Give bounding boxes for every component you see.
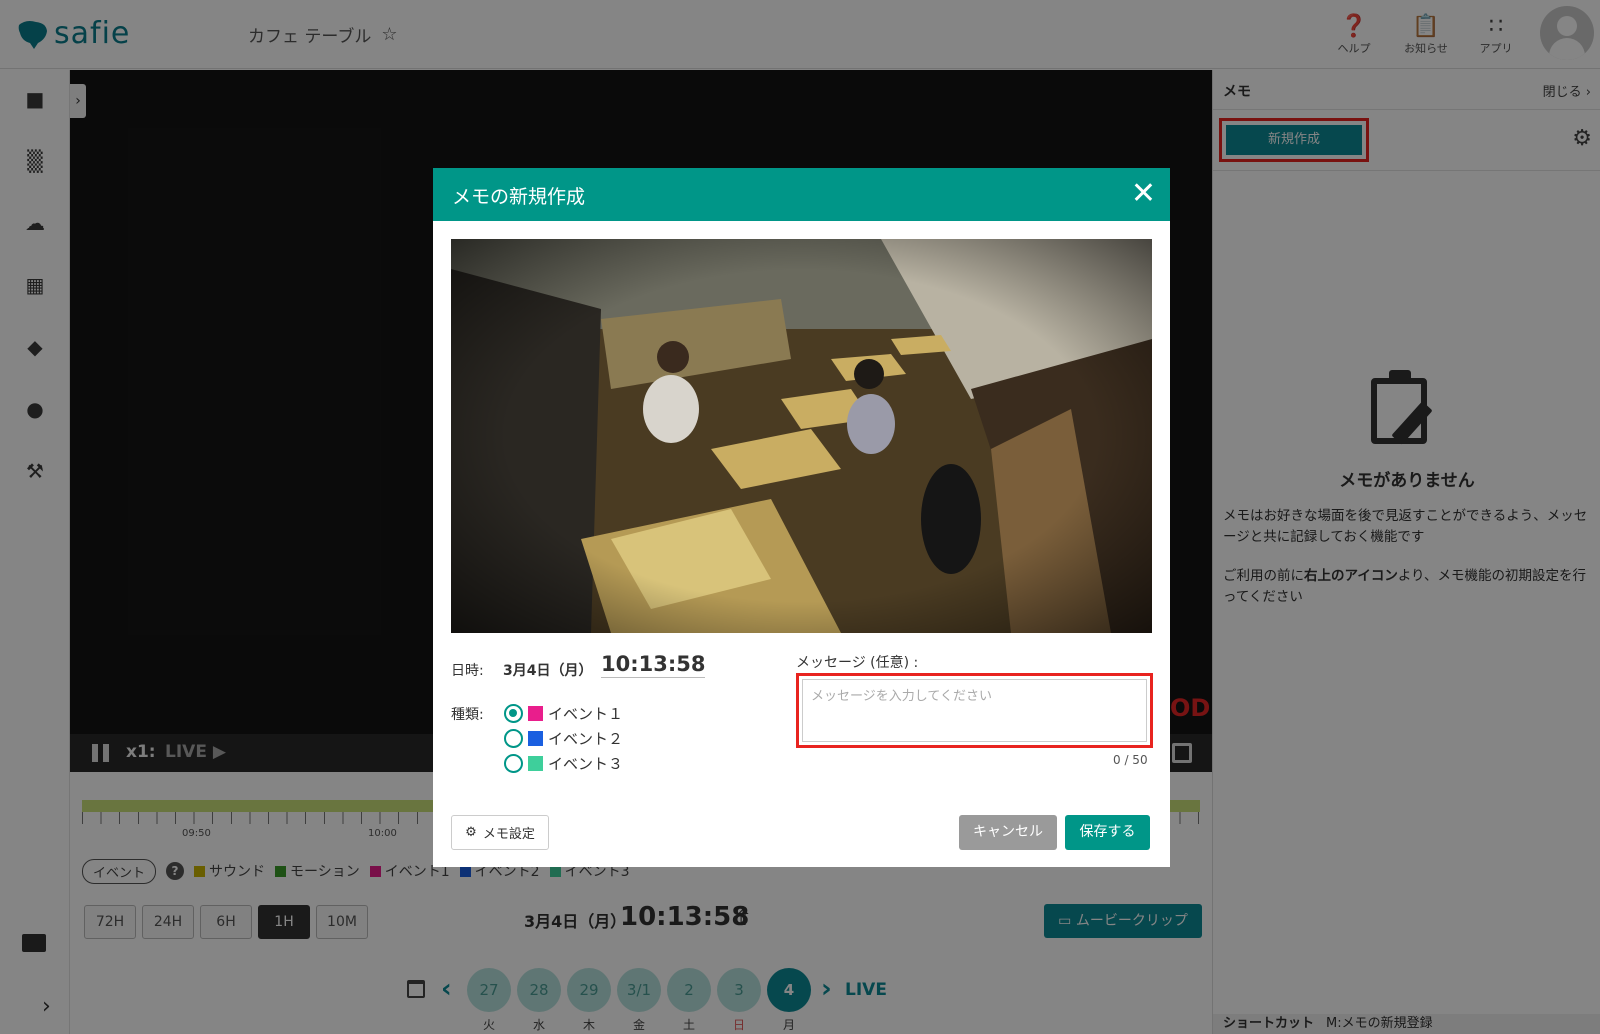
new-memo-dialog: メモの新規作成 ✕ 日時: 3月4日（月） 10:13:58 種類: イベント１… — [433, 168, 1170, 867]
dialog-header: メモの新規作成 ✕ — [433, 168, 1170, 221]
kind-option-label: イベント２ — [548, 729, 624, 748]
kind-option-label: イベント１ — [548, 704, 624, 723]
cafe-scene-image — [451, 239, 1152, 633]
message-input[interactable] — [802, 679, 1147, 742]
kind-option-event2[interactable]: イベント２ — [504, 727, 623, 749]
close-icon[interactable]: ✕ — [1131, 176, 1156, 212]
kind-label: 種類: — [451, 707, 484, 723]
kind-option-label: イベント３ — [548, 754, 624, 773]
datetime-label: 日時: — [451, 663, 484, 679]
event3-swatch — [528, 755, 543, 771]
event1-swatch — [528, 705, 543, 721]
kind-option-event3[interactable]: イベント３ — [504, 752, 623, 774]
gear-icon: ⚙ — [465, 825, 477, 840]
kind-option-event1[interactable]: イベント１ — [504, 702, 623, 724]
radio-selected[interactable] — [504, 703, 523, 723]
message-highlight — [796, 673, 1153, 748]
dialog-title: メモの新規作成 — [452, 186, 586, 208]
memo-date: 3月4日（月） — [503, 663, 593, 679]
memo-settings-button[interactable]: ⚙ メモ設定 — [451, 815, 549, 850]
char-counter: 0 / 50 — [1113, 753, 1148, 767]
camera-snapshot — [451, 239, 1152, 633]
memo-time: 10:13:58 — [601, 652, 706, 678]
cancel-button[interactable]: キャンセル — [959, 815, 1057, 850]
radio[interactable] — [504, 753, 523, 773]
memo-settings-label: メモ設定 — [482, 827, 535, 842]
radio[interactable] — [504, 728, 523, 748]
event2-swatch — [528, 730, 543, 746]
message-label: メッセージ (任意) : — [796, 655, 919, 671]
save-button[interactable]: 保存する — [1065, 815, 1150, 850]
